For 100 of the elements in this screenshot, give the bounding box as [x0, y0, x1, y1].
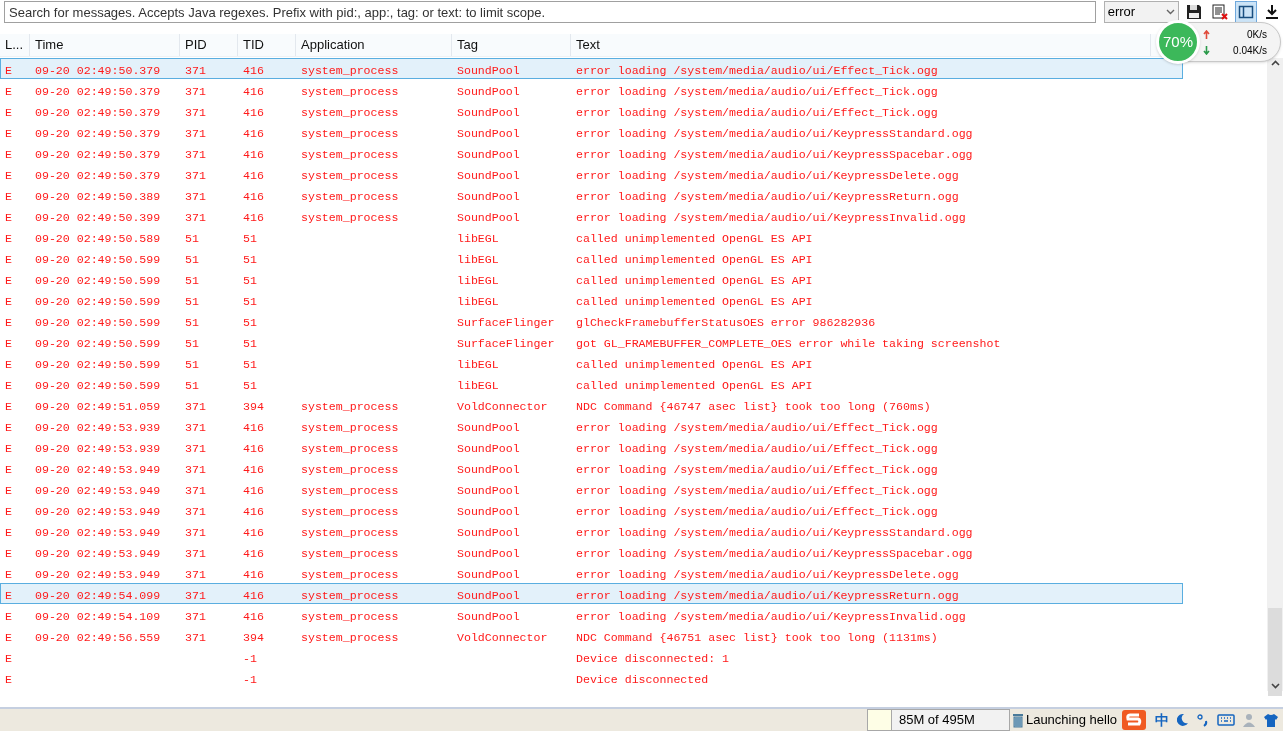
- log-cell: 51: [185, 378, 199, 392]
- keyboard-icon[interactable]: [1217, 714, 1235, 726]
- log-cell: SoundPool: [457, 504, 520, 518]
- log-cell: 371: [185, 525, 206, 539]
- log-row[interactable]: E 09-20 02:49:53.939 371 416 system_process SoundPool error loading /system/media/audio/ui/Effect_Tick.ogg: [0, 436, 1183, 457]
- log-cell: 09-20 02:49:50.379: [35, 84, 161, 98]
- log-row[interactable]: E 09-20 02:49:53.949 371 416 system_process SoundPool error loading /system/media/audio/ui/Effect_Tick.ogg: [0, 499, 1183, 520]
- trash-icon[interactable]: [1011, 712, 1024, 728]
- download-arrow-icon: [1264, 4, 1281, 20]
- log-cell: E: [5, 294, 12, 308]
- log-cell: 09-20 02:49:53.949: [35, 546, 161, 560]
- log-cell: 09-20 02:49:50.599: [35, 357, 161, 371]
- log-cell: SoundPool: [457, 567, 520, 581]
- column-header[interactable]: Text: [571, 34, 1151, 56]
- scroll-down-icon[interactable]: [1270, 683, 1280, 689]
- log-cell: 416: [243, 63, 264, 77]
- log-cell: E: [5, 504, 12, 518]
- ime-logo-icon[interactable]: [1121, 709, 1147, 731]
- log-cell: SoundPool: [457, 483, 520, 497]
- log-cell: 09-20 02:49:50.389: [35, 189, 161, 203]
- log-row[interactable]: E 09-20 02:49:50.599 51 51 libEGL called unimplemented OpenGL ES API: [0, 268, 1183, 289]
- memory-gauge[interactable]: 85M of 495M: [866, 709, 1010, 731]
- log-cell: error loading /system/media/audio/ui/KeypressInvalid.ogg: [576, 609, 966, 623]
- log-cell: SoundPool: [457, 147, 520, 161]
- log-row[interactable]: E 09-20 02:49:50.389 371 416 system_process SoundPool error loading /system/media/audio/ui/KeypressReturn.ogg: [0, 184, 1183, 205]
- log-row[interactable]: E 09-20 02:49:53.949 371 416 system_process SoundPool error loading /system/media/audio/ui/Effect_Tick.ogg: [0, 478, 1183, 499]
- column-header[interactable]: Tag: [452, 34, 571, 56]
- log-row[interactable]: E 09-20 02:49:53.949 371 416 system_process SoundPool error loading /system/media/audio/ui/KeypressSpacebar.ogg: [0, 541, 1183, 562]
- log-row[interactable]: E 09-20 02:49:54.099 371 416 system_process SoundPool error loading /system/media/audio/ui/KeypressReturn.ogg: [0, 583, 1183, 604]
- scroll-up-icon[interactable]: [1270, 60, 1280, 66]
- column-header[interactable]: Time: [30, 34, 180, 56]
- log-cell: 416: [243, 84, 264, 98]
- log-row[interactable]: E 09-20 02:49:50.379 371 416 system_process SoundPool error loading /system/media/audio/ui/Effect_Tick.ogg: [0, 79, 1183, 100]
- log-cell: 09-20 02:49:50.599: [35, 378, 161, 392]
- log-cell: SoundPool: [457, 105, 520, 119]
- log-cell: 51: [185, 252, 199, 266]
- log-cell: 416: [243, 168, 264, 182]
- search-field[interactable]: Search for messages. Accepts Java regexes. Prefix with pid:, app:, tag: or text: to limit scope.: [4, 1, 1096, 23]
- column-header[interactable]: Application: [296, 34, 452, 56]
- log-cell: NDC Command {46747 asec list} took too long (760ms): [576, 399, 931, 413]
- log-row[interactable]: E 09-20 02:49:56.559 371 394 system_process VoldConnector NDC Command {46751 asec list} took too long (1131ms): [0, 625, 1183, 646]
- log-cell: 371: [185, 105, 206, 119]
- log-row[interactable]: E 09-20 02:49:50.589 51 51 libEGL called unimplemented OpenGL ES API: [0, 226, 1183, 247]
- log-row[interactable]: E 09-20 02:49:50.599 51 51 libEGL called unimplemented OpenGL ES API: [0, 373, 1183, 394]
- log-cell: 394: [243, 399, 264, 413]
- log-row[interactable]: E 09-20 02:49:50.599 51 51 SurfaceFlinger got GL_FRAMEBUFFER_COMPLETE_OES error while taking screenshot: [0, 331, 1183, 352]
- log-row[interactable]: E -1 Device disconnected: [0, 667, 1183, 688]
- log-row[interactable]: E 09-20 02:49:50.379 371 416 system_process SoundPool error loading /system/media/audio/ui/KeypressStandard.ogg: [0, 121, 1183, 142]
- log-row[interactable]: E 09-20 02:49:53.949 371 416 system_process SoundPool error loading /system/media/audio/ui/Effect_Tick.ogg: [0, 457, 1183, 478]
- column-header[interactable]: TID: [238, 34, 296, 56]
- log-row[interactable]: E 09-20 02:49:50.599 51 51 libEGL called unimplemented OpenGL ES API: [0, 289, 1183, 310]
- log-cell: error loading /system/media/audio/ui/Effect_Tick.ogg: [576, 483, 938, 497]
- log-row[interactable]: E 09-20 02:49:50.599 51 51 SurfaceFlinger glCheckFramebufferStatusOES error 986282936: [0, 310, 1183, 331]
- log-row[interactable]: E 09-20 02:49:50.379 371 416 system_process SoundPool error loading /system/media/audio/ui/KeypressDelete.ogg: [0, 163, 1183, 184]
- log-cell: 09-20 02:49:50.599: [35, 315, 161, 329]
- panel-toggle-button[interactable]: [1235, 1, 1258, 23]
- log-row[interactable]: E 09-20 02:49:53.949 371 416 system_process SoundPool error loading /system/media/audio/ui/KeypressDelete.ogg: [0, 562, 1183, 583]
- log-cell: error loading /system/media/audio/ui/Effect_Tick.ogg: [576, 84, 938, 98]
- log-cell: SurfaceFlinger: [457, 315, 555, 329]
- log-cell: SoundPool: [457, 588, 520, 602]
- moon-icon[interactable]: [1177, 713, 1189, 727]
- log-cell: system_process: [301, 399, 399, 413]
- log-cell: called unimplemented OpenGL ES API: [576, 378, 813, 392]
- log-cell: 416: [243, 525, 264, 539]
- net-monitor-panel[interactable]: 70% 0K/s 0.04K/s: [1157, 22, 1281, 62]
- log-cell: 09-20 02:49:53.949: [35, 483, 161, 497]
- log-row[interactable]: E 09-20 02:49:51.059 371 394 system_process VoldConnector NDC Command {46747 asec list} took too long (760ms): [0, 394, 1183, 415]
- log-row[interactable]: E 09-20 02:49:50.599 51 51 libEGL called unimplemented OpenGL ES API: [0, 247, 1183, 268]
- log-cell: 09-20 02:49:50.379: [35, 168, 161, 182]
- log-cell: called unimplemented OpenGL ES API: [576, 252, 813, 266]
- log-cell: error loading /system/media/audio/ui/KeypressReturn.ogg: [576, 588, 959, 602]
- log-cell: Device disconnected: [576, 672, 709, 686]
- log-row[interactable]: E 09-20 02:49:50.379 371 416 system_process SoundPool error loading /system/media/audio/ui/KeypressSpacebar.ogg: [0, 142, 1183, 163]
- log-cell: SoundPool: [457, 63, 520, 77]
- log-cell: 09-20 02:49:50.379: [35, 126, 161, 140]
- usage-gauge[interactable]: 70%: [1156, 20, 1200, 64]
- column-header[interactable]: PID: [180, 34, 238, 56]
- level-dropdown[interactable]: error: [1103, 1, 1180, 23]
- log-row[interactable]: E 09-20 02:49:53.949 371 416 system_process SoundPool error loading /system/media/audio/ui/KeypressStandard.ogg: [0, 520, 1183, 541]
- log-row[interactable]: E -1 Device disconnected: 1: [0, 646, 1183, 667]
- log-cell: 51: [243, 315, 257, 329]
- log-row[interactable]: E 09-20 02:49:53.939 371 416 system_process SoundPool error loading /system/media/audio/ui/Effect_Tick.ogg: [0, 415, 1183, 436]
- status-message: Launching hello: [1025, 711, 1117, 730]
- log-row[interactable]: E 09-20 02:49:50.379 371 416 system_process SoundPool error loading /system/media/audio/ui/Effect_Tick.ogg: [0, 100, 1183, 121]
- shirt-icon[interactable]: [1263, 713, 1279, 727]
- log-cell: E: [5, 651, 12, 665]
- ime-mode-indicator[interactable]: 中: [1155, 709, 1169, 731]
- log-cell: 416: [243, 210, 264, 224]
- column-header[interactable]: L...: [0, 34, 30, 56]
- log-cell: E: [5, 105, 12, 119]
- scroll-thumb[interactable]: [1268, 608, 1282, 696]
- log-cell: system_process: [301, 630, 399, 644]
- log-row[interactable]: E 09-20 02:49:50.399 371 416 system_process SoundPool error loading /system/media/audio/ui/KeypressInvalid.ogg: [0, 205, 1183, 226]
- log-cell: E: [5, 63, 12, 77]
- log-row[interactable]: E 09-20 02:49:54.109 371 416 system_process SoundPool error loading /system/media/audio/ui/KeypressInvalid.ogg: [0, 604, 1183, 625]
- log-cell: E: [5, 525, 12, 539]
- log-row[interactable]: E 09-20 02:49:50.599 51 51 libEGL called unimplemented OpenGL ES API: [0, 352, 1183, 373]
- punctuation-icon[interactable]: [1197, 713, 1209, 727]
- log-cell: E: [5, 420, 12, 434]
- log-row[interactable]: E 09-20 02:49:50.379 371 416 system_process SoundPool error loading /system/media/audio/ui/Effect_Tick.ogg: [0, 58, 1183, 79]
